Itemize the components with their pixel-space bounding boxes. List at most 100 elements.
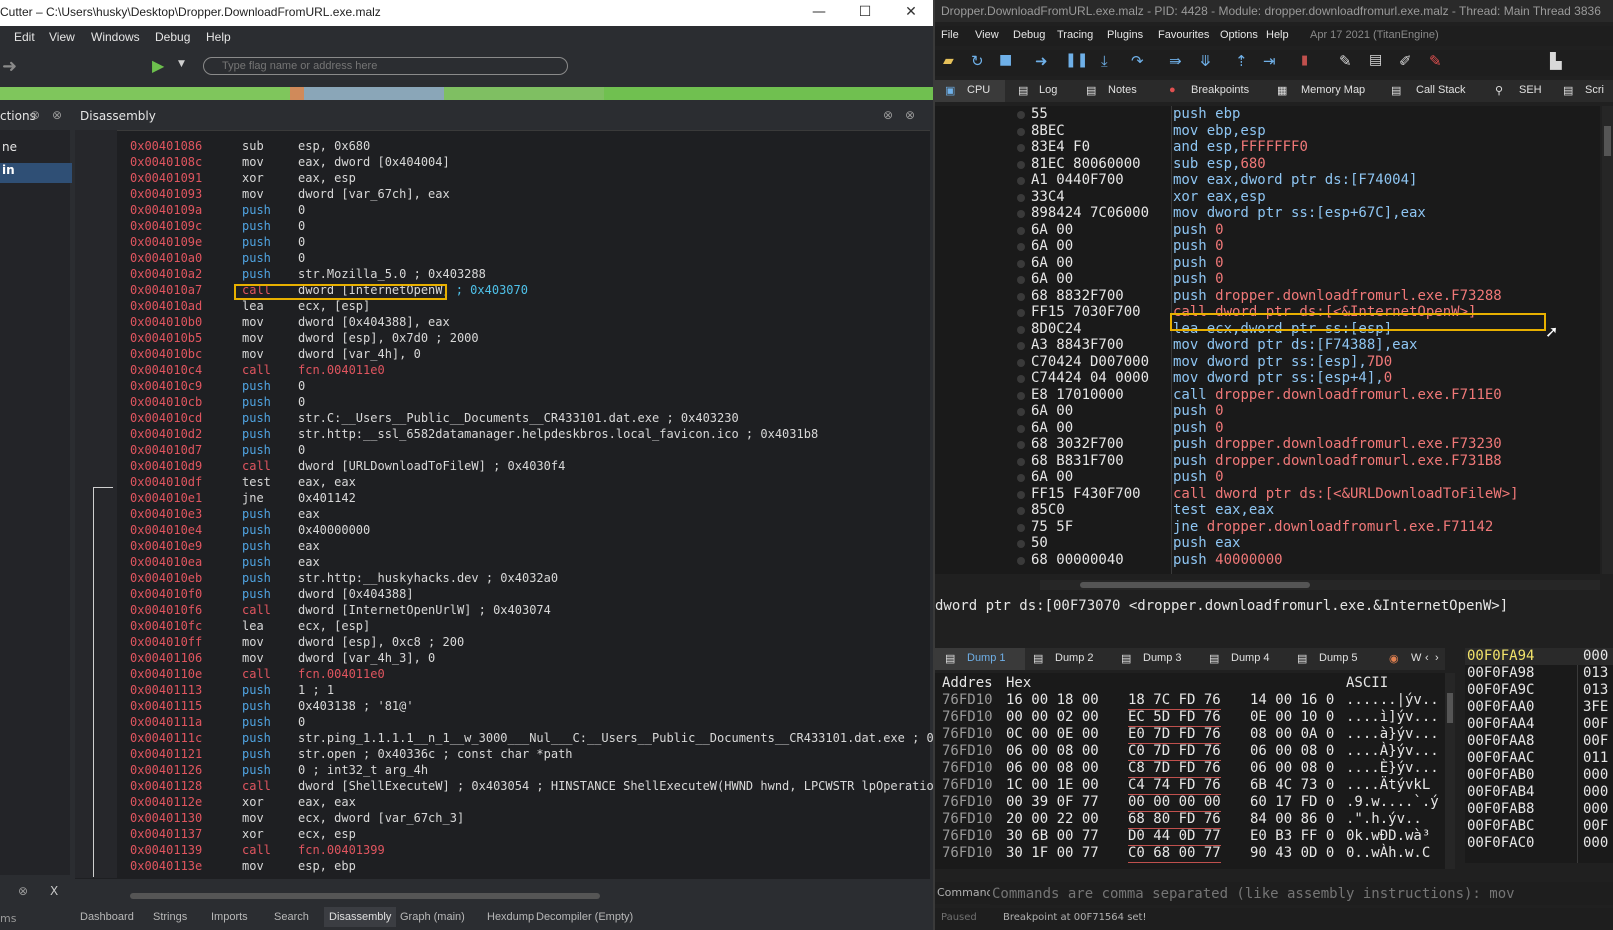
dump-hex-group[interactable]: 00 39 0F 77 — [1006, 794, 1099, 811]
comment-icon[interactable]: ▤ — [1369, 52, 1382, 68]
stack-address[interactable]: 00F0FAB4 — [1467, 784, 1534, 801]
menu-view[interactable]: View — [49, 30, 75, 44]
disasm-line[interactable]: 0x00401115 push 0x403138 ; '81@' — [130, 698, 414, 714]
dump-hex-group[interactable]: 06 00 08 00 — [1006, 743, 1099, 760]
tab-watch[interactable]: W — [1411, 652, 1421, 664]
open-icon[interactable]: ▰ — [943, 53, 954, 69]
stack-address[interactable]: 00F0FAA0 — [1467, 699, 1534, 716]
disasm-line[interactable]: 0x004010e4 push 0x40000000 — [130, 522, 370, 538]
dump-ascii[interactable]: ....ì]ýv... — [1346, 709, 1439, 726]
breakpoint-dot[interactable] — [1017, 424, 1025, 433]
cpu-bytes[interactable]: C74424 04 0000 — [1031, 370, 1149, 387]
dump-hex-group[interactable]: 84 00 86 0 — [1250, 811, 1334, 828]
dump-hex-group[interactable]: E0 7D FD 76 — [1128, 726, 1221, 744]
breakpoint-dot[interactable] — [1017, 556, 1025, 565]
stack-address[interactable]: 00F0FA98 — [1467, 665, 1534, 682]
filter-clear-icon[interactable]: ⊗ — [18, 884, 28, 898]
menu-favourites[interactable]: Favourites — [1158, 29, 1209, 41]
play-icon[interactable]: ▶ — [152, 56, 164, 75]
tab-imports[interactable]: Imports — [211, 911, 248, 923]
dump-hex-group[interactable]: 20 00 22 00 — [1006, 811, 1099, 828]
disasm-line[interactable]: 0x004010ff mov dword [esp], 0xc8 ; 200 — [130, 634, 464, 650]
stack-address[interactable]: 00F0FAA8 — [1467, 733, 1534, 750]
panel-float-icon[interactable]: ⊗ — [30, 108, 40, 122]
menu-windows[interactable]: Windows — [91, 30, 140, 44]
cpu-bytes[interactable]: 6A 00 — [1031, 271, 1073, 288]
cpu-horizontal-scrollbar[interactable] — [1040, 580, 1600, 590]
cpu-instruction[interactable]: xor eax,esp — [1173, 189, 1266, 206]
disasm-line[interactable]: 0x004010e1 jne 0x401142 — [130, 490, 356, 506]
dump-hex-group[interactable]: 0C 00 0E 00 — [1006, 726, 1099, 743]
tab-dump-3[interactable]: Dump 3 — [1143, 652, 1182, 664]
step-over-icon[interactable]: ↷ — [1131, 52, 1144, 70]
dump-hex-group[interactable]: EC 5D FD 76 — [1128, 709, 1221, 727]
patch-icon[interactable]: ✎ — [1339, 52, 1352, 70]
functions-list-item[interactable]: ne — [0, 140, 72, 160]
dump-hex-group[interactable]: 18 7C FD 76 — [1128, 692, 1221, 710]
stack-value[interactable]: 013 — [1583, 665, 1608, 682]
disasm-line[interactable]: 0x0040112e xor eax, eax — [130, 794, 356, 810]
dump-address[interactable]: 76FD10 — [942, 811, 993, 828]
disasm-line[interactable]: 0x00401128 call dword [ShellExecuteW] ; 0x… — [130, 778, 948, 794]
cpu-bytes[interactable]: 8BEC — [1031, 123, 1065, 140]
breakpoint-dot[interactable] — [1017, 210, 1025, 218]
dump-hex-group[interactable]: E0 B3 FF 0 — [1250, 828, 1334, 845]
cpu-bytes[interactable]: 6A 00 — [1031, 255, 1073, 272]
cpu-bytes[interactable]: 50 — [1031, 535, 1048, 552]
menu-debug[interactable]: Debug — [1013, 29, 1045, 41]
dump-ascii[interactable]: .".h.ýv.. — [1346, 811, 1422, 828]
dump-hex-group[interactable]: C0 7D FD 76 — [1128, 743, 1221, 761]
disasm-line[interactable]: 0x004010a0 push 0 — [130, 250, 305, 266]
bookmark-icon[interactable]: ▮ — [1301, 53, 1308, 68]
disasm-line[interactable]: 0x004010d7 push 0 — [130, 442, 305, 458]
disasm-float-icon[interactable]: ⊗ — [883, 108, 893, 122]
stack-value[interactable]: 000 — [1583, 784, 1608, 801]
tab-strings[interactable]: Strings — [153, 911, 187, 923]
cpu-instruction[interactable]: push 0 — [1173, 420, 1224, 437]
stack-value[interactable]: 000 — [1583, 801, 1608, 818]
disasm-line[interactable]: 0x0040109a push 0 — [130, 202, 305, 218]
sidebar-tab-label[interactable]: ms — [0, 912, 16, 925]
disasm-line[interactable]: 0x004010d2 push str.http:__ssl_6582dataman… — [130, 426, 818, 442]
dump-address[interactable]: 76FD10 — [942, 709, 993, 726]
cpu-instruction[interactable]: push ebp — [1173, 106, 1240, 123]
breakpoint-dot[interactable] — [1017, 111, 1025, 119]
menu-options[interactable]: Options — [1220, 29, 1258, 41]
cpu-instruction[interactable]: push 0 — [1173, 469, 1224, 486]
dump-hex-group[interactable]: 16 00 18 00 — [1006, 692, 1099, 709]
cpu-bytes[interactable]: 68 00000040 — [1031, 552, 1124, 569]
dump-hex-group[interactable]: 14 00 16 0 — [1250, 692, 1334, 709]
cpu-bytes[interactable]: 33C4 — [1031, 189, 1065, 206]
tab-hexdump[interactable]: Hexdump — [487, 911, 534, 923]
dump-hex-group[interactable]: 06 00 08 00 — [1006, 760, 1099, 777]
tab-cpu[interactable]: CPU — [967, 84, 990, 96]
breakpoint-dot[interactable] — [1017, 523, 1025, 532]
disasm-line[interactable]: 0x00401091 xor eax, esp — [130, 170, 356, 186]
cpu-bytes[interactable]: A3 8843F700 — [1031, 337, 1124, 354]
stack-value[interactable]: 3FE — [1583, 699, 1608, 716]
breakpoint-dot[interactable] — [1017, 408, 1025, 416]
cpu-instruction[interactable]: call dword ptr ds:[<&URLDownloadToFileW>… — [1173, 486, 1519, 503]
dump-hex-group[interactable]: 00 00 00 00 — [1128, 794, 1221, 812]
dump-hex-group[interactable]: 08 00 0A 0 — [1250, 726, 1334, 743]
disasm-line[interactable]: 0x0040111c push str.ping_1.1.1.1__n_1__w_3… — [130, 730, 955, 746]
dump-ascii[interactable]: ....À}ýv... — [1346, 743, 1439, 760]
tab-call-stack[interactable]: Call Stack — [1416, 84, 1466, 96]
disasm-line[interactable]: 0x004010e3 push eax — [130, 506, 320, 522]
tab-notes[interactable]: Notes — [1108, 84, 1137, 96]
dump-hex-group[interactable]: C8 7D FD 76 — [1128, 760, 1221, 778]
flag-search-input[interactable] — [203, 57, 568, 75]
stack-address[interactable]: 00F0FAB0 — [1467, 767, 1534, 784]
cpu-instruction[interactable]: push 0 — [1173, 238, 1224, 255]
cpu-instruction[interactable]: push 0 — [1173, 271, 1224, 288]
disasm-line[interactable]: 0x0040111a push 0 — [130, 714, 305, 730]
cpu-bytes[interactable]: 6A 00 — [1031, 403, 1073, 420]
stack-address[interactable]: 00F0FAB8 — [1467, 801, 1534, 818]
tab-dump-1[interactable]: Dump 1 — [967, 652, 1006, 664]
dump-address[interactable]: 76FD10 — [942, 743, 993, 760]
disasm-line[interactable]: 0x00401126 push 0 ; int32_t arg_4h — [130, 762, 428, 778]
cpu-bytes[interactable]: 6A 00 — [1031, 222, 1073, 239]
breakpoint-dot[interactable] — [1017, 226, 1025, 235]
cpu-bytes[interactable]: 68 8832F700 — [1031, 288, 1124, 305]
cpu-bytes[interactable]: C70424 D007000 — [1031, 354, 1149, 371]
